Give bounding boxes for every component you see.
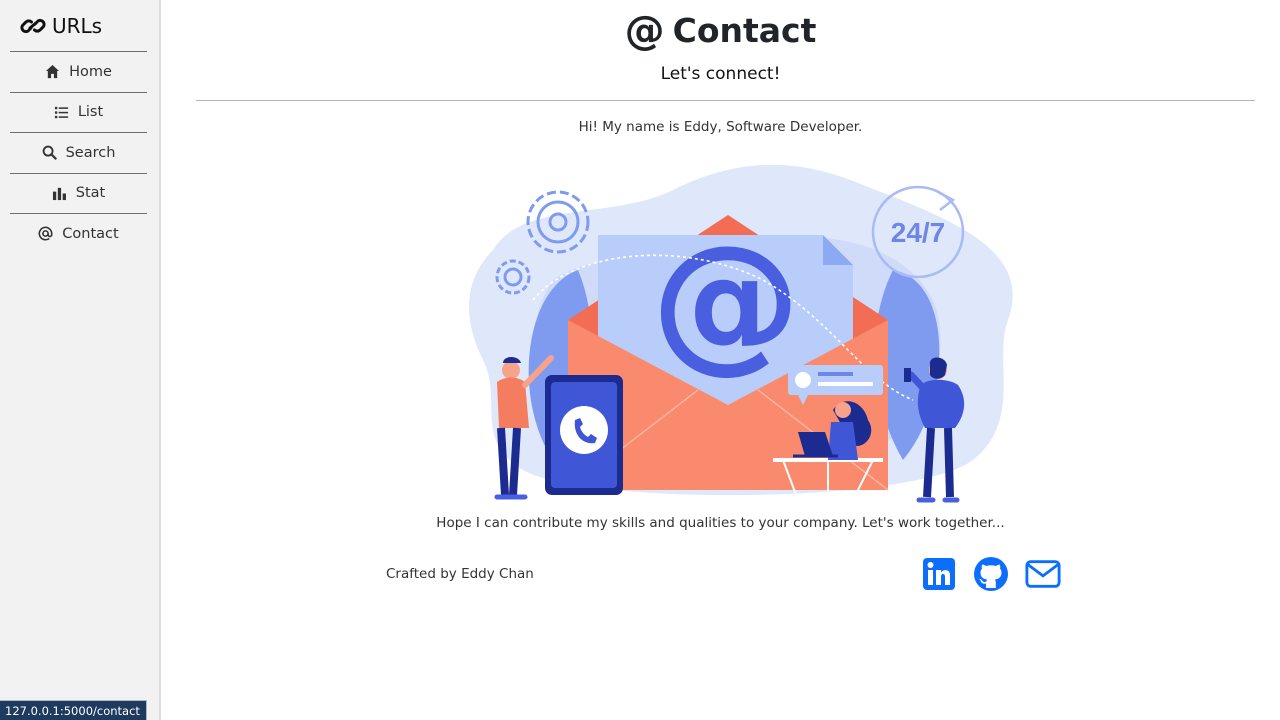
sidebar-item-label: Stat [75, 185, 106, 202]
linkedin-icon [923, 558, 955, 590]
sidebar-item-home[interactable]: Home [10, 51, 147, 92]
social-links [921, 556, 1061, 592]
email-link[interactable] [1025, 556, 1061, 592]
sidebar-item-stat[interactable]: Stat [10, 172, 147, 214]
closing-text: Hope I can contribute my skills and qual… [436, 515, 1005, 531]
bar-chart-icon [52, 187, 66, 200]
main-content: @ Contact Let's connect! Hi! My name is … [161, 0, 1280, 720]
sidebar-item-label: Contact [62, 225, 119, 242]
nav-list: Home List Search Stat Contact [10, 51, 147, 254]
link-icon [20, 18, 46, 33]
at-symbol: @ [651, 214, 801, 388]
linkedin-link[interactable] [921, 556, 957, 592]
brand[interactable]: URLs [0, 0, 159, 51]
divider [196, 100, 1255, 101]
badge-text: 24/7 [891, 217, 946, 248]
github-icon [974, 557, 1008, 591]
search-icon [42, 145, 57, 160]
credit-text: Crafted by Eddy Chan [386, 566, 534, 582]
sidebar-item-label: Search [65, 144, 116, 161]
at-icon [38, 226, 53, 241]
status-bar-url: 127.0.0.1:5000/contact [0, 700, 147, 720]
page-subtitle: Let's connect! [660, 64, 781, 84]
sidebar-item-contact[interactable]: Contact [10, 213, 147, 254]
contact-illustration: 24/7 @ [469, 164, 1013, 503]
sidebar: URLs Home List Search Stat Contact [0, 0, 161, 720]
phone-illustration [545, 375, 623, 495]
home-icon [46, 65, 60, 79]
page-title: @ Contact [161, 8, 1280, 54]
brand-label: URLs [52, 13, 103, 38]
list-icon [54, 106, 68, 118]
github-link[interactable] [973, 556, 1009, 592]
sidebar-item-list[interactable]: List [10, 91, 147, 133]
sidebar-item-label: List [77, 104, 104, 121]
sidebar-item-label: Home [69, 63, 112, 80]
envelope-icon [1025, 560, 1061, 588]
intro-text: Hi! My name is Eddy, Software Developer. [578, 119, 863, 135]
sidebar-item-search[interactable]: Search [10, 132, 147, 173]
at-icon: @ [624, 8, 665, 54]
page-title-text: Contact [672, 11, 817, 50]
